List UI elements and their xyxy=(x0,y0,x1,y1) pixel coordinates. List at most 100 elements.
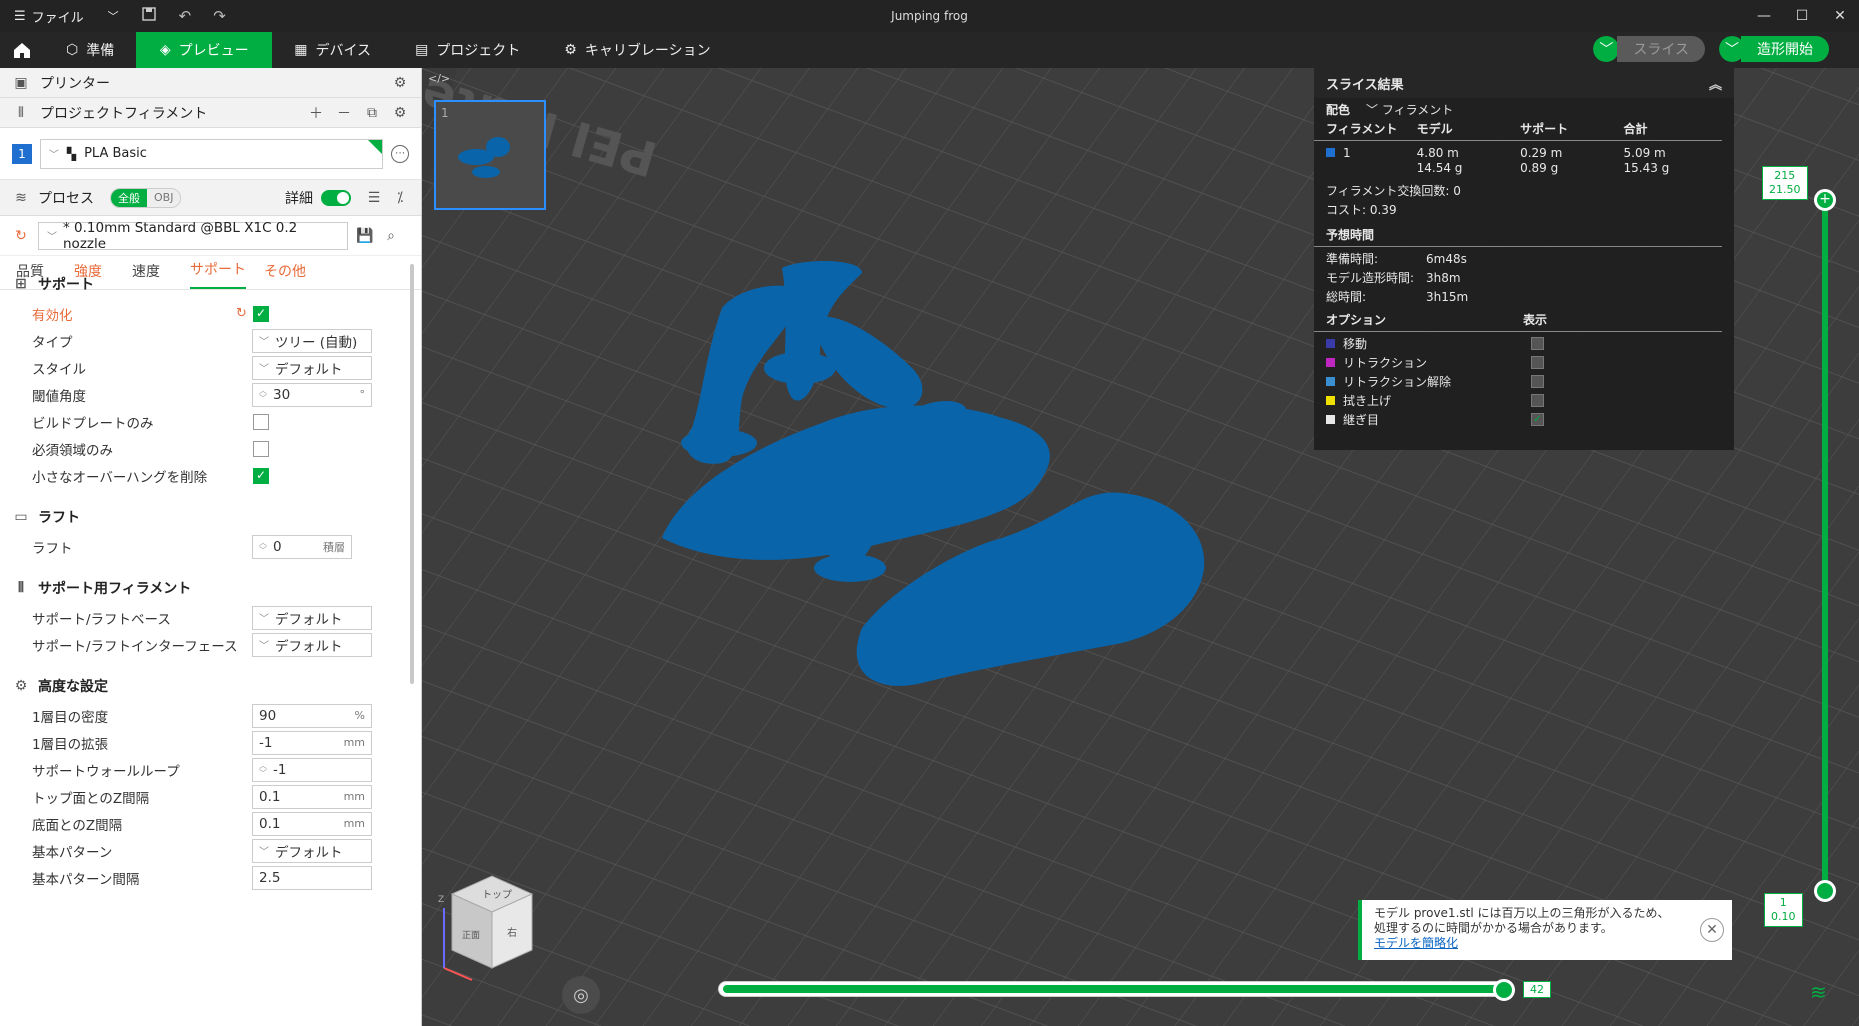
total-time-value: 3h15m xyxy=(1426,289,1469,304)
hamburger-icon[interactable]: ☰ xyxy=(14,9,26,24)
spinner-icon[interactable]: ︿ ﹀ xyxy=(259,538,267,555)
gear-icon[interactable]: ⚙ xyxy=(391,74,409,92)
home-icon[interactable] xyxy=(0,32,44,68)
support-interface-select[interactable]: ﹀ デフォルト xyxy=(252,632,372,657)
printer-header[interactable]: ▣ プリンター ⚙ xyxy=(0,68,421,98)
file-menu-label[interactable]: ファイル xyxy=(32,7,84,26)
critical-only-checkbox[interactable] xyxy=(253,440,269,457)
support-length: 0.29 m xyxy=(1520,145,1563,160)
support-type-select[interactable]: ﹀ ツリー (自動) xyxy=(252,328,372,353)
option-deretraction-checkbox[interactable] xyxy=(1531,375,1544,388)
move-slider[interactable] xyxy=(718,981,1510,997)
model-time-label: モデル造形時間: xyxy=(1326,271,1415,285)
reset-icon[interactable]: ↻ xyxy=(12,227,30,245)
remove-small-overhang-checkbox[interactable] xyxy=(253,467,269,484)
first-layer-expansion-input[interactable]: -1 mm xyxy=(252,730,372,755)
slice-button-label[interactable]: スライス xyxy=(1617,36,1705,62)
tab-device[interactable]: ▦ デバイス xyxy=(272,32,393,68)
chevron-down-icon: ﹀ xyxy=(259,641,269,652)
move-slider-knob[interactable] xyxy=(1493,979,1515,1001)
remove-icon[interactable]: － xyxy=(335,104,353,122)
slice-results-header[interactable]: スライス結果 ︽ xyxy=(1314,68,1734,98)
settings-scrollbar[interactable] xyxy=(410,264,414,684)
top-z-distance-input[interactable]: 0.1 mm xyxy=(252,784,372,809)
option-seams-checkbox[interactable]: ✓ xyxy=(1531,413,1544,426)
option-retraction-checkbox[interactable] xyxy=(1531,356,1544,369)
spinner-icon[interactable]: ︿ ﹀ xyxy=(259,386,267,403)
save-preset-icon[interactable]: 💾 xyxy=(356,227,374,245)
slice-dropdown-icon[interactable]: ﹀ xyxy=(1593,36,1620,62)
reset-icon[interactable]: ↻ xyxy=(236,306,247,321)
tab-preview[interactable]: ◈ プレビュー xyxy=(136,32,273,68)
results-row-1-weight: 14.54 g 0.89 g 15.43 g xyxy=(1314,158,1734,177)
support-style-select[interactable]: ﹀ デフォルト xyxy=(252,355,372,380)
base-pattern-select[interactable]: ﹀ デフォルト xyxy=(252,838,372,863)
layers-icon[interactable]: ≋ xyxy=(1810,980,1827,1004)
first-layer-density-row: 1層目の密度 90% xyxy=(0,702,406,729)
redo-icon[interactable]: ↷ xyxy=(213,7,226,25)
chevron-down-icon: ﹀ xyxy=(259,337,269,348)
list-icon[interactable]: ☰ xyxy=(365,189,383,207)
obj-option[interactable]: OBJ xyxy=(147,188,181,207)
global-obj-switch[interactable]: 全般 OBJ xyxy=(110,187,182,208)
plate-thumbnail[interactable]: 1 xyxy=(434,100,546,210)
tab-calibration[interactable]: ⚙ キャリブレーション xyxy=(542,32,732,68)
option-wipe-label: 拭き上げ xyxy=(1343,394,1392,408)
maximize-icon[interactable]: ☐ xyxy=(1783,0,1821,32)
support-wall-loops-input[interactable]: ︿ ﹀ -1 xyxy=(252,757,372,782)
raft-layers-input[interactable]: ︿ ﹀ 0 積層 xyxy=(252,534,352,559)
option-travel-checkbox[interactable] xyxy=(1531,337,1544,350)
color-scheme-select[interactable]: ﹀ フィラメント xyxy=(1366,101,1453,118)
more-icon[interactable]: ⋯ xyxy=(391,144,409,163)
layer-slider-bottom-knob[interactable] xyxy=(1814,880,1836,902)
support-enable-checkbox[interactable] xyxy=(253,305,269,322)
print-button-label[interactable]: 造形開始 xyxy=(1741,36,1829,62)
compare-icon[interactable]: ⁒ xyxy=(391,189,409,207)
print-button[interactable]: ﹀ 造形開始 xyxy=(1719,36,1829,62)
layer-slider-top-knob[interactable]: + xyxy=(1814,189,1836,211)
add-icon[interactable]: ＋ xyxy=(307,104,325,122)
file-menu[interactable]: ☰ ファイル ﹀ xyxy=(0,7,119,26)
layer-slider[interactable] xyxy=(1822,198,1828,894)
critical-only-row: 必須領域のみ xyxy=(0,435,406,462)
search-icon[interactable]: ⌕ xyxy=(382,227,400,245)
global-option[interactable]: 全般 xyxy=(111,188,147,207)
support-wall-loops-row: サポートウォールループ ︿ ﹀ -1 xyxy=(0,756,406,783)
tab-prepare[interactable]: ⬡ 準備 xyxy=(44,32,136,68)
tab-project[interactable]: ▤ プロジェクト xyxy=(393,32,542,68)
filament-icon: ⦀ xyxy=(17,580,25,596)
process-preset-select[interactable]: ﹀ * 0.10mm Standard @BBL X1C 0.2 nozzle xyxy=(38,220,348,252)
chevron-down-icon[interactable]: ﹀ xyxy=(108,8,119,24)
undo-icon[interactable]: ↶ xyxy=(179,7,192,25)
minimize-icon[interactable]: — xyxy=(1745,0,1783,32)
filament-index[interactable]: 1 xyxy=(12,143,32,164)
collapse-panel-icon[interactable]: </> xyxy=(428,72,450,88)
first-layer-density-input[interactable]: 90% xyxy=(252,703,372,728)
bottom-z-distance-row: 底面とのZ間隔 0.1 mm xyxy=(0,810,406,837)
filament-gear-icon[interactable]: ⚙ xyxy=(391,104,409,122)
simplify-model-link[interactable]: モデルを簡略化 xyxy=(1374,936,1458,950)
detail-toggle[interactable] xyxy=(321,189,351,206)
option-seams: 継ぎ目 ✓ xyxy=(1314,410,1734,429)
first-layer-density-value: 90 xyxy=(259,707,277,724)
filament-select[interactable]: ﹀ ▚ PLA Basic xyxy=(39,138,384,169)
spinner-icon[interactable]: ︿ ﹀ xyxy=(259,761,267,778)
tab-prepare-label: 準備 xyxy=(86,43,115,59)
close-icon[interactable]: ✕ xyxy=(1700,918,1724,942)
close-icon[interactable]: ✕ xyxy=(1821,0,1859,32)
support-base-select[interactable]: ﹀ デフォルト xyxy=(252,605,372,630)
filament-icon: ⦀ xyxy=(17,104,25,121)
threshold-angle-input[interactable]: ︿ ﹀ 30 ° xyxy=(252,382,372,407)
slice-button[interactable]: ﹀ スライス xyxy=(1593,36,1705,62)
option-wipe-checkbox[interactable] xyxy=(1531,394,1544,407)
buildplate-only-checkbox[interactable] xyxy=(253,413,269,430)
chevron-up-icon[interactable]: ︽ xyxy=(1709,74,1722,93)
save-icon[interactable] xyxy=(141,6,157,26)
first-layer-density-unit: % xyxy=(354,709,365,722)
time-title: 予想時間 xyxy=(1326,228,1375,242)
color-scheme-row: 配色 ﹀ フィラメント xyxy=(1314,100,1734,119)
sync-filament-icon[interactable]: ⧉ xyxy=(363,104,381,122)
bottom-z-distance-input[interactable]: 0.1 mm xyxy=(252,811,372,836)
base-pattern-spacing-input[interactable]: 2.5 xyxy=(252,865,372,890)
camera-reset-icon[interactable]: ◎ xyxy=(562,976,600,1014)
